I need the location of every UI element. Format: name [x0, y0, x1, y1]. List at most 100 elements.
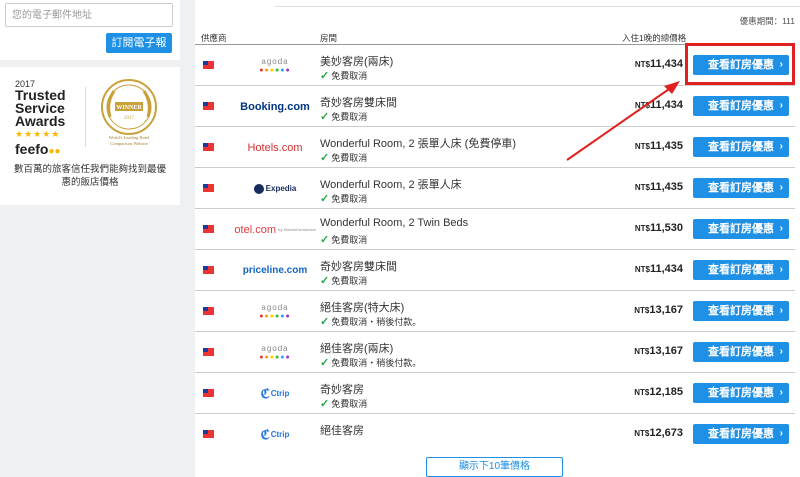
cancellation-text: 免費取消 [331, 194, 368, 204]
price: NT$11,434 [635, 58, 683, 70]
price: NT$11,530 [635, 222, 683, 234]
flag-icon [203, 225, 214, 233]
provider-logo: agoda ●●●●●● [230, 45, 320, 86]
chevron-right-icon: › [779, 428, 783, 439]
flag-icon [203, 102, 214, 110]
provider-name: otel.com [234, 223, 276, 236]
cancellation-policy: ✓ 免費取消・稍後付款。 [320, 356, 421, 369]
agoda-dots-icon: ●●●●●● [259, 66, 291, 74]
svg-text:Comparison Website: Comparison Website [110, 141, 147, 146]
view-deal-label: 查看訂房優惠 [708, 223, 774, 235]
check-icon: ✓ [320, 398, 330, 410]
price-value: 11,434 [649, 263, 683, 275]
cancellation-policy: ✓ 免費取消 [320, 151, 367, 164]
expedia-plane-icon [253, 183, 264, 194]
flag-icon [203, 389, 214, 397]
flag-icon [203, 348, 214, 356]
table-row: Expedia Wonderful Room, 2 張單人床 ✓ 免費取消 NT$11,… [195, 167, 795, 208]
currency: NT$ [634, 265, 650, 274]
table-row: priceline.com 奇妙客房雙床間 ✓ 免費取消 NT$11,434 查看訂房優惠… [195, 249, 795, 290]
provider-name: Booking.com [240, 100, 310, 113]
svg-text:World's Leading Hotel: World's Leading Hotel [109, 135, 150, 140]
cancellation-policy: ✓ 免費取消・稍後付款。 [320, 315, 421, 328]
table-row: agoda ●●●●●● 絕佳客房(特大床) ✓ 免費取消・稍後付款。 NT$13,167… [195, 290, 795, 331]
email-field[interactable] [5, 3, 173, 27]
view-deal-button[interactable]: 查看訂房優惠 › [693, 178, 789, 198]
currency: NT$ [634, 60, 650, 69]
check-icon: ✓ [320, 111, 330, 123]
currency: NT$ [634, 183, 650, 192]
view-deal-label: 查看訂房優惠 [708, 428, 774, 440]
tab-active[interactable] [195, 0, 275, 7]
flag-icon [203, 266, 214, 274]
tab-inactive[interactable] [275, 0, 800, 7]
cancellation-text: 免費取消 [331, 235, 368, 245]
table-row: ℭ Ctrip 絕佳客房 NT$12,673 查看訂房優惠 › [195, 413, 795, 454]
provider-name: Expedia [265, 184, 297, 193]
price-value: 13,167 [649, 304, 683, 316]
award-caption: 數百萬的旅客信任我們能夠找到最優惠的飯店價格 [13, 164, 166, 188]
provider-logo: Expedia [230, 168, 320, 209]
chevron-right-icon: › [779, 264, 783, 275]
cancellation-policy: ✓ 免費取消 [320, 397, 367, 410]
check-icon: ✓ [320, 357, 330, 369]
view-deal-button[interactable]: 查看訂房優惠 › [693, 137, 789, 157]
cancellation-policy: ✓ 免費取消 [320, 274, 367, 287]
column-room: 房間 [320, 33, 338, 43]
room-name: Wonderful Room, 2 Twin Beds [320, 217, 469, 229]
cancellation-text: 免費取消 [331, 153, 368, 163]
agoda-dots-icon: ●●●●●● [259, 353, 291, 361]
flag-icon [203, 61, 214, 69]
table-row: Booking.com 奇妙客房雙床間 ✓ 免費取消 NT$11,434 查看訂房優惠 › [195, 85, 795, 126]
price: NT$13,167 [634, 304, 683, 316]
check-icon: ✓ [320, 70, 330, 82]
view-deal-button[interactable]: 查看訂房優惠 › [693, 342, 789, 362]
view-deal-button[interactable]: 查看訂房優惠 › [693, 383, 789, 403]
view-deal-button[interactable]: 查看訂房優惠 › [693, 260, 789, 280]
provider-name: Hotels.com [247, 141, 303, 154]
chevron-right-icon: › [779, 141, 783, 152]
view-deal-button[interactable]: 查看訂房優惠 › [693, 424, 789, 444]
price-value: 13,167 [649, 345, 683, 357]
view-deal-button[interactable]: 查看訂房優惠 › [693, 301, 789, 321]
cancellation-text: 免費取消 [331, 71, 368, 81]
view-deal-label: 查看訂房優惠 [708, 264, 774, 276]
room-name: 奇妙客房雙床間 [320, 261, 397, 273]
room-name: 絕佳客房(兩床) [320, 343, 394, 355]
subscribe-button[interactable]: 訂閱電子報 [106, 33, 172, 53]
cancellation-policy: ✓ 免費取消 [320, 69, 367, 82]
price: NT$11,435 [635, 181, 683, 193]
price-value: 11,434 [649, 99, 683, 111]
price: NT$13,167 [634, 345, 683, 357]
view-deal-label: 查看訂房優惠 [708, 346, 774, 358]
view-deal-button[interactable]: 查看訂房優惠 › [693, 219, 789, 239]
check-icon: ✓ [320, 316, 330, 328]
top-tabs [195, 0, 800, 8]
chevron-right-icon: › [779, 182, 783, 193]
view-deal-button[interactable]: 查看訂房優惠 › [693, 96, 789, 116]
svg-text:WINNER: WINNER [116, 105, 142, 111]
provider-name: Ctrip [270, 389, 290, 398]
provider-logo: ℭ Ctrip [230, 414, 320, 455]
provider-logo: ℭ Ctrip [230, 373, 320, 414]
view-deal-label: 查看訂房優惠 [708, 182, 774, 194]
room-name: 奇妙客房雙床間 [320, 97, 397, 109]
price: NT$12,673 [634, 427, 683, 439]
currency: NT$ [634, 142, 650, 151]
svg-text:2017: 2017 [124, 116, 135, 121]
price: NT$11,435 [635, 140, 683, 152]
offers-table: agoda ●●●●●● 美妙客房(兩床) ✓ 免費取消 NT$11,434 查看訂房優惠 ›… [195, 44, 795, 454]
ctrip-logo-icon: ℭ [260, 426, 270, 442]
award-title-3: Awards [15, 113, 66, 129]
show-next-10-button[interactable]: 顯示下10筆價格 [426, 457, 563, 477]
table-row: otel.com by HotelsCombined Wonderful Room,… [195, 208, 795, 249]
currency: NT$ [634, 388, 650, 397]
ctrip-logo-icon: ℭ [260, 385, 270, 401]
room-name: 美妙客房(兩床) [320, 56, 394, 68]
provider-name: priceline.com [242, 265, 308, 276]
check-icon: ✓ [320, 275, 330, 287]
provider-name: agoda [261, 302, 289, 312]
chevron-right-icon: › [779, 346, 783, 357]
room-name: 奇妙客房 [320, 384, 364, 396]
view-deal-label: 查看訂房優惠 [708, 141, 774, 153]
